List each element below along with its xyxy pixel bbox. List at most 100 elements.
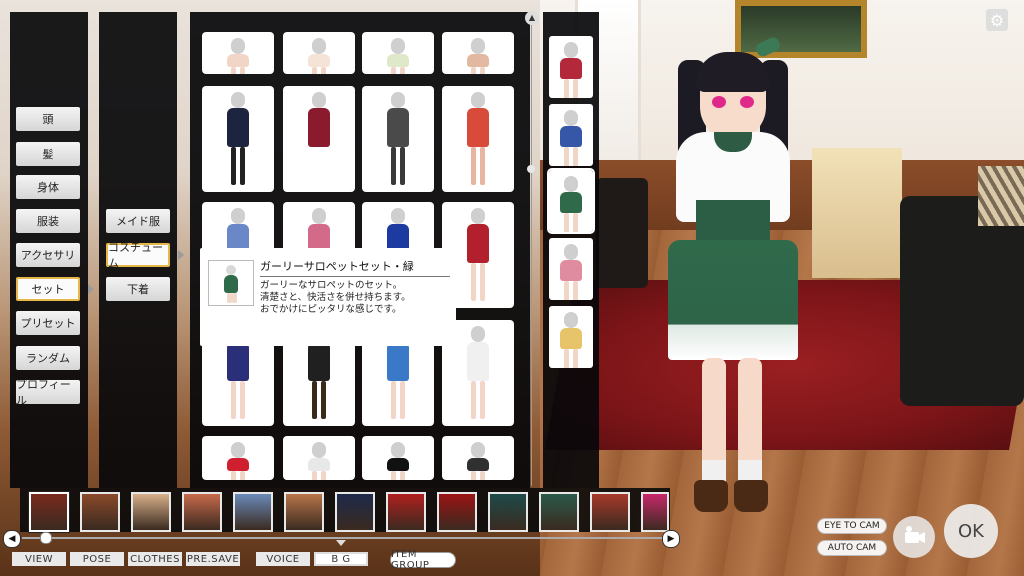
outfit-figure-icon — [559, 244, 583, 300]
outfit-item-card[interactable] — [202, 32, 274, 74]
background-slider-track[interactable] — [22, 537, 662, 539]
outfit-figure-icon — [378, 442, 418, 480]
background-thumbnail[interactable] — [131, 492, 171, 532]
category-clothes-button[interactable]: 服装 — [16, 209, 80, 233]
subcategory-label: メイド服 — [116, 215, 160, 228]
category-label: 髪 — [42, 148, 54, 161]
outfit-figure-icon — [218, 92, 258, 186]
scroll-left-icon[interactable]: ◀ — [3, 530, 21, 548]
outfit-figure-icon — [218, 38, 258, 74]
tab-label: PRE.SAVE — [186, 553, 240, 565]
scrollbar-track[interactable] — [531, 16, 532, 486]
outfit-variant-card[interactable] — [547, 168, 595, 234]
tab-pre-save[interactable]: PRE.SAVE — [186, 552, 240, 566]
tab-bg[interactable]: B G — [314, 552, 368, 566]
category-label: ランダム — [26, 352, 70, 365]
settings-button[interactable]: ⚙ — [986, 9, 1008, 31]
category-random-button[interactable]: ランダム — [16, 346, 80, 370]
category-accessory-button[interactable]: アクセサリ — [16, 243, 80, 267]
outfit-item-card[interactable] — [283, 86, 355, 192]
outfit-item-card[interactable] — [442, 86, 514, 192]
outfit-item-card[interactable] — [283, 32, 355, 74]
subcategory-underwear-button[interactable]: 下着 — [106, 277, 170, 301]
tooltip-desc-line: ガーリーなサロペットのセット。 — [260, 280, 403, 291]
character-bangs — [696, 52, 770, 92]
tooltip-divider — [260, 276, 450, 277]
outfit-item-card[interactable] — [202, 436, 274, 480]
tab-pose[interactable]: POSE — [70, 552, 124, 566]
strip-pointer-icon — [336, 540, 346, 546]
outfit-item-card[interactable] — [283, 436, 355, 480]
ok-label: OK — [958, 520, 984, 542]
ok-button[interactable]: OK — [944, 504, 998, 558]
outfit-variant-card[interactable] — [549, 36, 593, 98]
subcategory-costume-button[interactable]: コスチューム — [106, 241, 170, 270]
tooltip-title: ガーリーサロペットセット・緑 — [260, 260, 414, 273]
background-thumbnail[interactable] — [80, 492, 120, 532]
scroll-right-icon[interactable]: ▶ — [662, 530, 680, 548]
outfit-item-card[interactable] — [362, 436, 434, 480]
outfit-figure-icon — [378, 92, 418, 186]
tooltip-desc-line: おでかけにピッタリな感じです。 — [260, 304, 402, 315]
background-thumbnail[interactable] — [386, 492, 426, 532]
tab-clothes[interactable]: CLOTHES — [128, 552, 182, 566]
auto-cam-button[interactable]: AUTO CAM — [817, 540, 887, 556]
outfit-figure-icon — [458, 442, 498, 480]
outfit-figure-icon — [458, 208, 498, 302]
category-body-button[interactable]: 身体 — [16, 175, 80, 199]
camera-button[interactable] — [893, 516, 935, 558]
outfit-item-card[interactable] — [362, 32, 434, 74]
tab-view[interactable]: VIEW — [12, 552, 66, 566]
fireplace — [812, 148, 902, 278]
outfit-figure-icon — [559, 312, 583, 368]
tab-voice[interactable]: VOICE — [256, 552, 310, 566]
outfit-variant-card[interactable] — [549, 104, 593, 166]
background-thumbnail[interactable] — [335, 492, 375, 532]
background-thumbnail[interactable] — [590, 492, 630, 532]
outfit-figure-icon — [378, 38, 418, 74]
background-thumbnail[interactable] — [284, 492, 324, 532]
background-thumbnail[interactable] — [182, 492, 222, 532]
category-profile-button[interactable]: プロフィール — [16, 378, 80, 407]
outfit-figure-icon — [218, 442, 258, 480]
subcategory-maid-button[interactable]: メイド服 — [106, 209, 170, 233]
outfit-figure-icon — [458, 92, 498, 186]
background-thumbnail[interactable] — [233, 492, 273, 532]
outfit-item-card[interactable] — [202, 86, 274, 192]
background-thumbnail[interactable] — [488, 492, 528, 532]
shoe-left — [694, 480, 728, 512]
category-head-button[interactable]: 頭 — [16, 107, 80, 131]
background-thumbnail[interactable] — [437, 492, 477, 532]
eye-to-cam-label: EYE TO CAM — [824, 521, 880, 531]
tab-label: CLOTHES — [130, 553, 180, 565]
category-hair-button[interactable]: 髪 — [16, 142, 80, 166]
outfit-variant-card[interactable] — [549, 306, 593, 368]
outfit-item-card[interactable] — [442, 32, 514, 74]
subcategory-label: 下着 — [127, 283, 149, 296]
tab-label: ITEM GROUP — [391, 549, 430, 571]
armchair-right — [900, 196, 1024, 406]
outfit-item-card[interactable] — [362, 86, 434, 192]
outfit-item-card[interactable] — [442, 436, 514, 480]
character-model[interactable] — [668, 35, 798, 530]
background-slider-thumb[interactable] — [40, 532, 52, 544]
tab-label: VIEW — [25, 553, 53, 565]
outfit-variant-card[interactable] — [549, 238, 593, 300]
green-skirt — [668, 240, 798, 360]
background-thumbnail[interactable] — [539, 492, 579, 532]
scrollbar-thumb[interactable] — [527, 165, 535, 173]
item-tooltip: ガーリーサロペットセット・緑 ガーリーなサロペットのセット。 清楚さと、快活さを… — [200, 248, 456, 346]
outfit-figure-icon — [299, 442, 339, 480]
outfit-figure-icon — [458, 326, 498, 420]
background-thumbnail[interactable] — [29, 492, 69, 532]
tab-item-group[interactable]: ITEM GROUP — [390, 549, 456, 571]
shoe-right — [734, 480, 768, 512]
outfit-figure-icon — [221, 265, 241, 303]
tab-label: VOICE — [266, 553, 300, 565]
category-preset-button[interactable]: プリセット — [16, 311, 80, 335]
scroll-up-icon[interactable]: ▲ — [525, 11, 539, 25]
eye-to-cam-button[interactable]: EYE TO CAM — [817, 518, 887, 534]
category-set-button[interactable]: セット — [16, 277, 80, 301]
background-thumbnail[interactable] — [641, 492, 669, 532]
tooltip-description: ガーリーなサロペットのセット。 清楚さと、快活さを併せ持ちます。 おでかけにピッ… — [260, 280, 411, 316]
